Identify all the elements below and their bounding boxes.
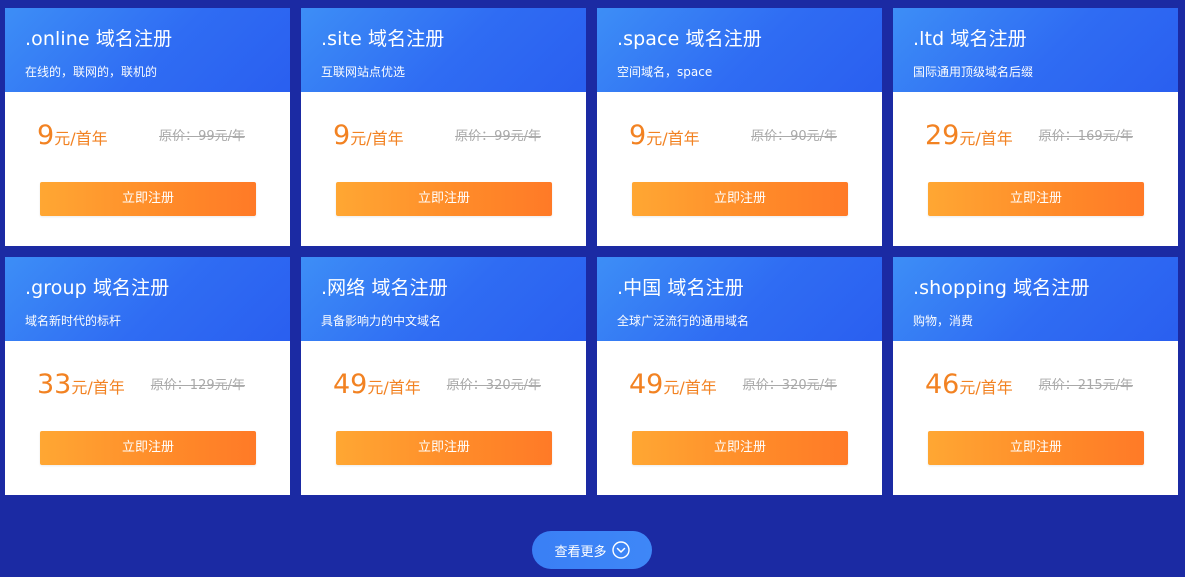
card-header: .site 域名注册 互联网站点优选 (301, 8, 586, 92)
register-button[interactable]: 立即注册 (336, 431, 552, 465)
card-title: .shopping 域名注册 (913, 277, 1090, 299)
card-header: .space 域名注册 空间域名，space (597, 8, 882, 92)
price-value: 49 (333, 369, 368, 400)
domain-card-grid: .online 域名注册 在线的，联网的，联机的 9 元/首年 原价：99元/年… (5, 8, 1179, 495)
card-price: 49 元/首年 (629, 370, 717, 400)
card-price: 9 元/首年 (37, 121, 108, 151)
domain-card-wangluo: .网络 域名注册 具备影响力的中文域名 49 元/首年 原价：320元/年 立即… (301, 257, 586, 495)
card-price: 9 元/首年 (629, 121, 700, 151)
card-subtitle: 空间域名，space (617, 65, 713, 79)
register-button[interactable]: 立即注册 (40, 431, 256, 465)
original-price: 原价：320元/年 (742, 378, 837, 393)
domain-card-shopping: .shopping 域名注册 购物，消费 46 元/首年 原价：215元/年 立… (893, 257, 1178, 495)
original-price: 原价：99元/年 (455, 129, 541, 144)
price-unit: 元/首年 (646, 129, 700, 148)
card-price: 49 元/首年 (333, 370, 421, 400)
original-price: 原价：129元/年 (150, 378, 245, 393)
price-value: 29 (925, 120, 960, 151)
card-header: .online 域名注册 在线的，联网的，联机的 (5, 8, 290, 92)
original-price: 原价：169元/年 (1038, 129, 1133, 144)
original-price: 原价：215元/年 (1038, 378, 1133, 393)
card-subtitle: 购物，消费 (913, 314, 974, 328)
domain-card-zhongguo: .中国 域名注册 全球广泛流行的通用域名 49 元/首年 原价：320元/年 立… (597, 257, 882, 495)
original-price: 原价：320元/年 (446, 378, 541, 393)
register-button[interactable]: 立即注册 (928, 182, 1144, 216)
price-unit: 元/首年 (350, 129, 404, 148)
card-price: 29 元/首年 (925, 121, 1013, 151)
price-unit: 元/首年 (959, 129, 1013, 148)
card-subtitle: 国际通用顶级域名后缀 (913, 65, 1034, 79)
card-price: 33 元/首年 (37, 370, 125, 400)
card-title: .中国 域名注册 (617, 277, 744, 299)
register-button[interactable]: 立即注册 (336, 182, 552, 216)
card-subtitle: 域名新时代的标杆 (25, 314, 122, 328)
original-price: 原价：90元/年 (751, 129, 837, 144)
domain-card-group: .group 域名注册 域名新时代的标杆 33 元/首年 原价：129元/年 立… (5, 257, 290, 495)
card-subtitle: 互联网站点优选 (321, 65, 406, 79)
chevron-down-circle-icon (611, 541, 630, 559)
card-title: .site 域名注册 (321, 28, 445, 50)
price-value: 49 (629, 369, 664, 400)
price-value: 33 (37, 369, 72, 400)
register-button[interactable]: 立即注册 (632, 182, 848, 216)
card-title: .space 域名注册 (617, 28, 762, 50)
original-price: 原价：99元/年 (159, 129, 245, 144)
price-unit: 元/首年 (367, 378, 421, 397)
card-subtitle: 全球广泛流行的通用域名 (617, 314, 750, 328)
card-header: .网络 域名注册 具备影响力的中文域名 (301, 257, 586, 341)
card-price: 9 元/首年 (333, 121, 404, 151)
register-button[interactable]: 立即注册 (40, 182, 256, 216)
card-header: .中国 域名注册 全球广泛流行的通用域名 (597, 257, 882, 341)
card-title: .online 域名注册 (25, 28, 173, 50)
price-value: 9 (333, 120, 351, 151)
price-unit: 元/首年 (54, 129, 108, 148)
card-title: .group 域名注册 (25, 277, 170, 299)
price-value: 46 (925, 369, 960, 400)
card-header: .shopping 域名注册 购物，消费 (893, 257, 1178, 341)
card-header: .group 域名注册 域名新时代的标杆 (5, 257, 290, 341)
price-unit: 元/首年 (663, 378, 717, 397)
domain-card-ltd: .ltd 域名注册 国际通用顶级域名后缀 29 元/首年 原价：169元/年 立… (893, 8, 1178, 246)
price-value: 9 (37, 120, 55, 151)
domain-card-site: .site 域名注册 互联网站点优选 9 元/首年 原价：99元/年 立即注册 (301, 8, 586, 246)
card-header: .ltd 域名注册 国际通用顶级域名后缀 (893, 8, 1178, 92)
domain-card-space: .space 域名注册 空间域名，space 9 元/首年 原价：90元/年 立… (597, 8, 882, 246)
card-price: 46 元/首年 (925, 370, 1013, 400)
card-subtitle: 在线的，联网的，联机的 (25, 65, 158, 79)
card-subtitle: 具备影响力的中文域名 (321, 314, 442, 328)
price-unit: 元/首年 (71, 378, 125, 397)
view-more-label: 查看更多 (554, 544, 607, 560)
price-value: 9 (629, 120, 647, 151)
price-unit: 元/首年 (959, 378, 1013, 397)
card-title: .网络 域名注册 (321, 277, 448, 299)
register-button[interactable]: 立即注册 (928, 431, 1144, 465)
card-title: .ltd 域名注册 (913, 28, 1027, 50)
register-button[interactable]: 立即注册 (632, 431, 848, 465)
domain-card-online: .online 域名注册 在线的，联网的，联机的 9 元/首年 原价：99元/年… (5, 8, 290, 246)
view-more-button[interactable]: 查看更多 (532, 531, 652, 569)
